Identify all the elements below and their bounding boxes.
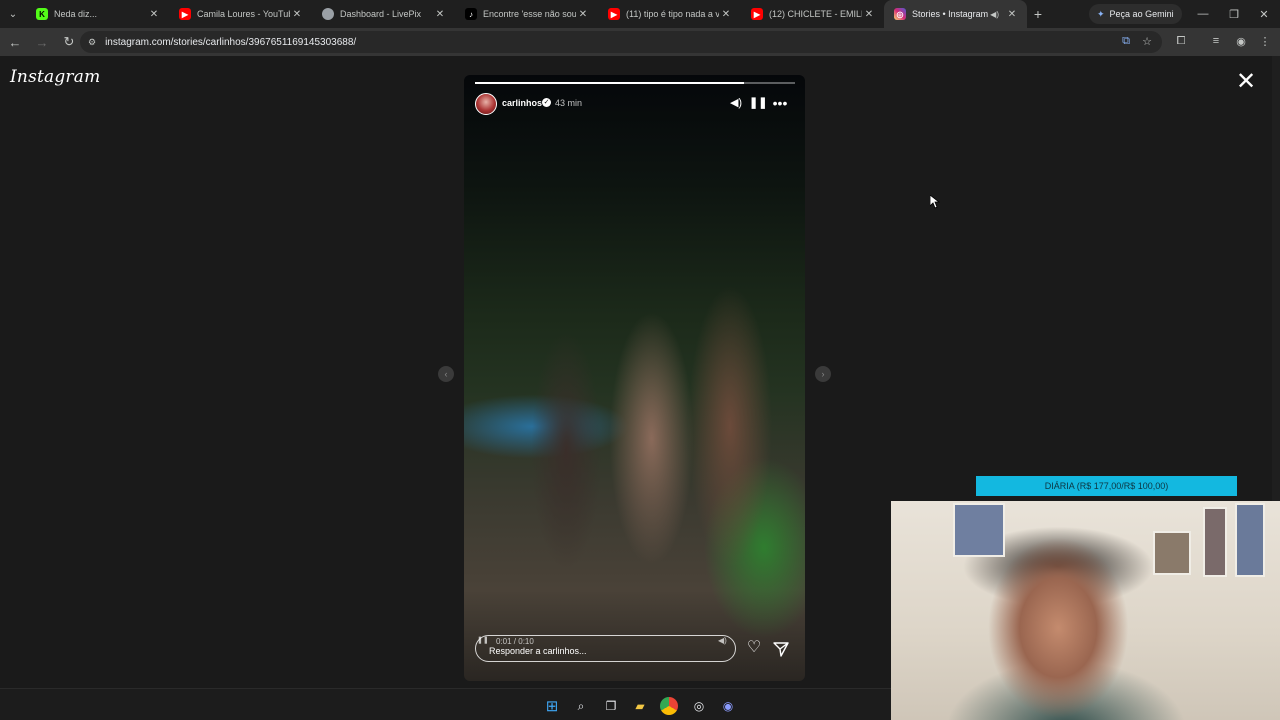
story-viewer[interactable]: carlinhos ✓ 43 min ◀) ❚❚ ••• Responder a… [464, 75, 805, 681]
tab-title: Encontre 'esse não sou eu [483, 9, 576, 19]
discord-icon[interactable]: ◉ [719, 697, 737, 715]
tab-youtube-tipo[interactable]: ▶ (11) tipo é tipo nada a ver ✕ [598, 0, 741, 28]
gemini-button[interactable]: ✦ Peça ao Gemini [1089, 4, 1182, 24]
wall-poster [1235, 503, 1265, 577]
tab-strip: ⌄ K Neda diz... ✕ ▶ Camila Loures - YouT… [0, 0, 1280, 28]
close-window-button[interactable]: ✕ [1248, 0, 1280, 28]
instagram-favicon-icon: ◎ [894, 8, 906, 20]
forward-button[interactable]: → [30, 30, 54, 54]
restore-icon: ❐ [1229, 8, 1239, 21]
tab-title: Camila Loures - YouTube [197, 9, 290, 19]
minimize-button[interactable]: — [1187, 0, 1219, 28]
wall-poster [1153, 531, 1191, 575]
video-pause-icon[interactable]: ❚❚ [477, 636, 489, 644]
obs-icon[interactable]: ◎ [690, 697, 708, 715]
send-share-icon[interactable] [772, 640, 790, 658]
story-options-button[interactable]: ••• [772, 95, 788, 111]
wall-poster [1203, 507, 1227, 577]
tab-youtube-chiclete[interactable]: ▶ (12) CHICLETE - EMILLY VIC ✕ [741, 0, 884, 28]
tab-title: (12) CHICLETE - EMILLY VIC [769, 9, 862, 19]
tab-tiktok[interactable]: ♪ Encontre 'esse não sou eu ✕ [455, 0, 598, 28]
globe-favicon-icon [322, 8, 334, 20]
close-stories-button[interactable]: ✕ [1234, 70, 1258, 94]
story-timestamp: 43 min [555, 98, 583, 108]
tab-livepix[interactable]: Dashboard - LivePix ✕ [312, 0, 455, 28]
close-tab-icon[interactable]: ✕ [147, 9, 161, 20]
extensions-icon[interactable]: ⧠ [1171, 30, 1191, 52]
mouse-cursor-icon [930, 195, 940, 209]
media-controls-icon[interactable]: ≡ [1206, 30, 1226, 52]
new-tab-button[interactable]: + [1027, 6, 1049, 22]
close-tab-icon[interactable]: ✕ [576, 9, 590, 20]
minimize-icon: — [1197, 8, 1209, 20]
gemini-label: Peça ao Gemini [1109, 9, 1174, 19]
close-icon: ✕ [1235, 68, 1257, 95]
more-menu-icon[interactable]: ⋮ [1255, 30, 1275, 52]
youtube-favicon-icon: ▶ [608, 8, 620, 20]
youtube-favicon-icon: ▶ [751, 8, 763, 20]
more-horizontal-icon: ••• [772, 95, 788, 111]
story-username[interactable]: carlinhos [502, 98, 542, 108]
close-tab-icon[interactable]: ✕ [1005, 9, 1019, 20]
plus-icon: + [1033, 6, 1043, 22]
pause-button[interactable]: ❚❚ [749, 95, 768, 111]
wall-poster [953, 503, 1005, 557]
url-text: instagram.com/stories/carlinhos/39676511… [105, 36, 357, 48]
chevron-left-icon: ‹ [444, 369, 448, 379]
reload-button[interactable]: ↻ [57, 30, 81, 54]
tab-title: Dashboard - LivePix [340, 9, 422, 19]
youtube-favicon-icon: ▶ [179, 8, 191, 20]
next-story-button[interactable]: › [815, 366, 831, 382]
close-icon: ✕ [1259, 8, 1269, 21]
tab-youtube-camila[interactable]: ▶ Camila Loures - YouTube ✕ [169, 0, 312, 28]
address-bar[interactable]: ⚙ instagram.com/stories/carlinhos/396765… [80, 31, 1162, 53]
close-tab-icon[interactable]: ✕ [719, 9, 733, 20]
daily-goal-banner: DIÁRIA (R$ 177,00/R$ 100,00) [976, 476, 1237, 496]
reload-icon: ↻ [63, 34, 75, 49]
speaker-icon: ◀) [729, 97, 743, 109]
search-icon[interactable]: ⌕ [572, 697, 590, 715]
arrow-right-icon: → [35, 34, 49, 50]
tab-title: (11) tipo é tipo nada a ver [626, 9, 719, 19]
close-tab-icon[interactable]: ✕ [433, 9, 447, 20]
verified-badge-icon: ✓ [542, 98, 551, 107]
streamer-webcam [891, 501, 1280, 720]
previous-story-button[interactable]: ‹ [438, 366, 454, 382]
install-app-icon[interactable]: ⧉ [1116, 30, 1136, 52]
windows-taskbar: ⊞ ⌕ ❐ ▰ ◎ ◉ [0, 688, 891, 720]
pause-icon: ❚❚ [749, 97, 768, 109]
gemini-star-icon: ✦ [1097, 8, 1105, 19]
chevron-right-icon: › [821, 369, 825, 379]
tab-instagram-stories[interactable]: ◎ Stories • Instagram ◀) ✕ [884, 0, 1027, 28]
file-explorer-icon[interactable]: ▰ [631, 697, 649, 715]
kick-favicon-icon: K [36, 8, 48, 20]
chrome-icon[interactable] [660, 697, 678, 715]
video-time-readout: 0:01 / 0:10 [496, 637, 534, 646]
video-volume-icon[interactable]: ◀) [718, 636, 727, 645]
tab-search-button[interactable]: ⌄ [0, 0, 26, 28]
browser-toolbar: ← → ↻ ⚙ instagram.com/stories/carlinhos/… [0, 28, 1280, 56]
tab-kick[interactable]: K Neda diz... ✕ [26, 0, 169, 28]
back-button[interactable]: ← [3, 30, 27, 54]
chevron-down-icon: ⌄ [8, 8, 18, 20]
speaker-icon[interactable]: ◀) [990, 10, 999, 19]
tab-title: Neda diz... [54, 9, 98, 19]
windows-start-icon[interactable]: ⊞ [543, 697, 561, 715]
tiktok-favicon-icon: ♪ [465, 8, 477, 20]
tab-title: Stories • Instagram [912, 9, 989, 19]
story-progress-fill [475, 82, 744, 84]
like-heart-icon[interactable]: ♡ [745, 639, 763, 657]
bookmark-star-icon[interactable]: ☆ [1137, 30, 1157, 52]
volume-button[interactable]: ◀) [728, 95, 744, 111]
close-tab-icon[interactable]: ✕ [862, 9, 876, 20]
arrow-left-icon: ← [8, 34, 22, 50]
avatar[interactable] [475, 93, 497, 115]
story-progress-bar [475, 82, 795, 84]
profile-avatar-icon[interactable]: ◉ [1231, 30, 1251, 52]
instagram-logo[interactable]: Instagram [10, 67, 100, 87]
restore-button[interactable]: ❐ [1218, 0, 1250, 28]
close-tab-icon[interactable]: ✕ [290, 9, 304, 20]
task-view-icon[interactable]: ❐ [602, 697, 620, 715]
site-info-icon[interactable]: ⚙ [88, 37, 96, 48]
